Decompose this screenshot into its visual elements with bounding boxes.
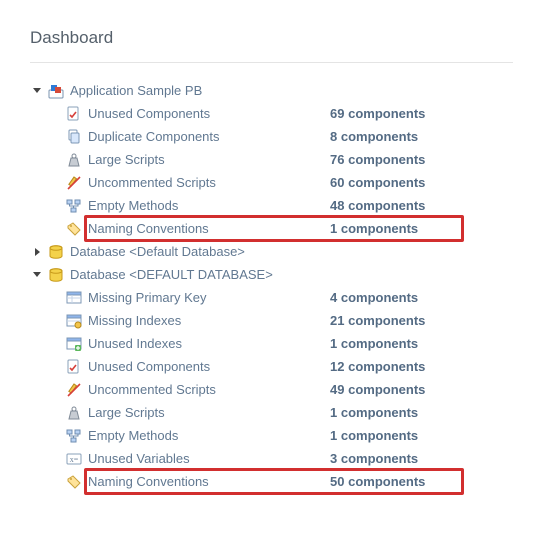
component-count: 8 components <box>330 125 418 148</box>
weight-icon <box>66 405 82 421</box>
component-count: 49 components <box>330 378 425 401</box>
app-icon <box>48 83 64 99</box>
tree-node-label[interactable]: Database <DEFAULT DATABASE> <box>70 263 273 286</box>
tree-leaf-naming-conv-2[interactable]: Naming Conventions 50 components <box>30 470 513 493</box>
var-icon: x= <box>66 451 82 467</box>
db-icon <box>48 267 64 283</box>
component-count: 50 components <box>330 470 425 493</box>
tree-leaf-label[interactable]: Unused Components <box>88 355 210 378</box>
tree-leaf-miss-idx[interactable]: Missing Indexes 21 components <box>30 309 513 332</box>
check-doc-icon <box>66 359 82 375</box>
component-count: 1 components <box>330 332 418 355</box>
tree-leaf-unused-vars[interactable]: x= Unused Variables 3 components <box>30 447 513 470</box>
tree-leaf-label[interactable]: Empty Methods <box>88 424 178 447</box>
tree-leaf-label[interactable]: Uncommented Scripts <box>88 378 216 401</box>
weight-icon <box>66 152 82 168</box>
tree-leaf-label[interactable]: Large Scripts <box>88 401 165 424</box>
tree-node-icon <box>66 198 82 214</box>
divider <box>30 62 513 63</box>
tree-leaf-naming-conv-1[interactable]: Naming Conventions 1 components <box>30 217 513 240</box>
tree-leaf-unused-idx[interactable]: Unused Indexes 1 components <box>30 332 513 355</box>
component-count: 21 components <box>330 309 425 332</box>
tree-node-label[interactable]: Application Sample PB <box>70 79 202 102</box>
tree-node-icon <box>66 428 82 444</box>
tree-leaf-label[interactable]: Unused Indexes <box>88 332 182 355</box>
tree-leaf-label[interactable]: Unused Variables <box>88 447 190 470</box>
tree-leaf-label[interactable]: Naming Conventions <box>88 470 209 493</box>
tree-leaf-empty-meth-1[interactable]: Empty Methods 48 components <box>30 194 513 217</box>
component-count: 3 components <box>330 447 418 470</box>
component-count: 1 components <box>330 424 418 447</box>
copy-icon <box>66 129 82 145</box>
table-warn-icon <box>66 313 82 329</box>
component-count: 12 components <box>330 355 425 378</box>
expander-icon[interactable] <box>30 84 44 98</box>
component-count: 48 components <box>330 194 425 217</box>
db-icon <box>48 244 64 260</box>
tree-leaf-label[interactable]: Empty Methods <box>88 194 178 217</box>
tree-node-app-pb[interactable]: Application Sample PB <box>30 79 513 102</box>
tree-leaf-miss-pk[interactable]: Missing Primary Key 4 components <box>30 286 513 309</box>
tree-leaf-unused-comp-1[interactable]: Unused Components 69 components <box>30 102 513 125</box>
tree-leaf-label[interactable]: Naming Conventions <box>88 217 209 240</box>
component-count: 1 components <box>330 401 418 424</box>
component-count: 4 components <box>330 286 418 309</box>
tree-leaf-large-scripts-1[interactable]: Large Scripts 76 components <box>30 148 513 171</box>
tree-root: Application Sample PBUnused Components69… <box>30 79 513 493</box>
tree-leaf-label[interactable]: Unused Components <box>88 102 210 125</box>
component-count: 1 components <box>330 217 418 240</box>
tree-leaf-empty-meth-2[interactable]: Empty Methods 1 components <box>30 424 513 447</box>
pencil-slash-icon <box>66 382 82 398</box>
tree-leaf-dup-comp[interactable]: Duplicate Components 8 components <box>30 125 513 148</box>
tree-leaf-label[interactable]: Missing Indexes <box>88 309 181 332</box>
tree-leaf-large-scripts-2[interactable]: Large Scripts 1 components <box>30 401 513 424</box>
tree-leaf-uncom-scripts-2[interactable]: Uncommented Scripts 49 components <box>30 378 513 401</box>
tag-icon <box>66 221 82 237</box>
tree-leaf-unused-comp-2[interactable]: Unused Components 12 components <box>30 355 513 378</box>
tree-leaf-label[interactable]: Uncommented Scripts <box>88 171 216 194</box>
check-doc-icon <box>66 106 82 122</box>
dashboard-panel: Dashboard Application Sample PBUnused Co… <box>0 0 543 513</box>
component-count: 76 components <box>330 148 425 171</box>
pencil-slash-icon <box>66 175 82 191</box>
expander-icon[interactable] <box>30 268 44 282</box>
tree-node-db-default-lower[interactable]: Database <Default Database> <box>30 240 513 263</box>
table-plus-icon <box>66 336 82 352</box>
expander-icon[interactable] <box>30 245 44 259</box>
page-title: Dashboard <box>30 28 513 48</box>
component-count: 60 components <box>330 171 425 194</box>
tree-leaf-label[interactable]: Duplicate Components <box>88 125 220 148</box>
tree-leaf-label[interactable]: Large Scripts <box>88 148 165 171</box>
tree-node-db-default-upper[interactable]: Database <DEFAULT DATABASE> <box>30 263 513 286</box>
tree-leaf-label[interactable]: Missing Primary Key <box>88 286 206 309</box>
table-key-icon <box>66 290 82 306</box>
component-count: 69 components <box>330 102 425 125</box>
tag-icon <box>66 474 82 490</box>
svg-text:x=: x= <box>70 455 79 464</box>
tree-leaf-uncom-scripts-1[interactable]: Uncommented Scripts 60 components <box>30 171 513 194</box>
tree-node-label[interactable]: Database <Default Database> <box>70 240 245 263</box>
